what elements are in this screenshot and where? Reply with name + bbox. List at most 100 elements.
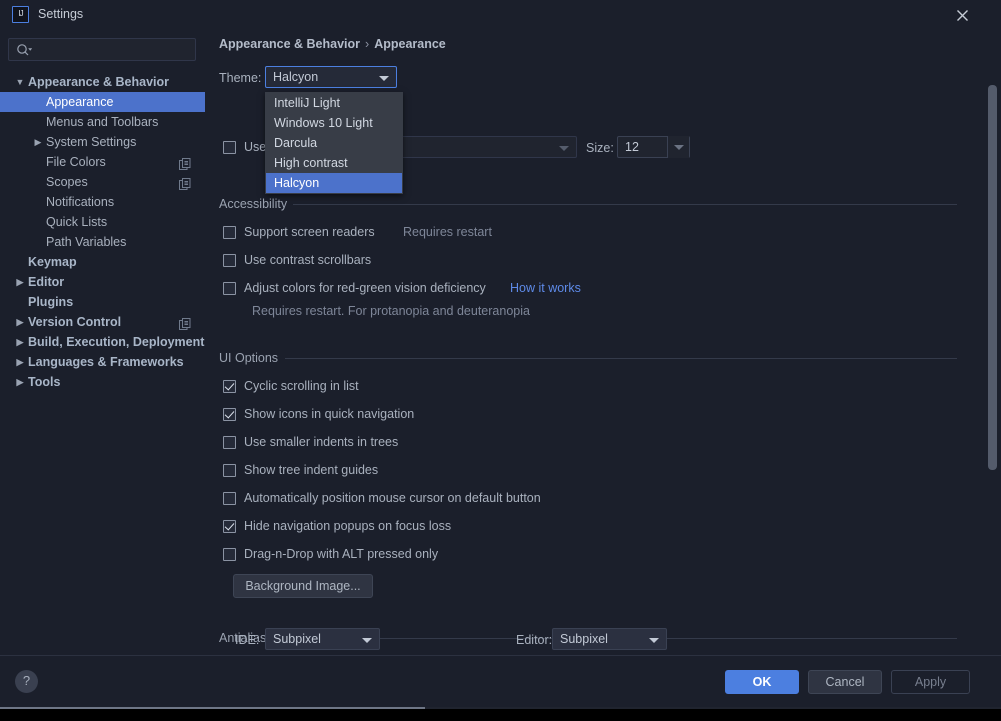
chevron-down-icon[interactable]: ▼ (13, 72, 27, 92)
use-custom-font-checkbox[interactable] (223, 141, 236, 154)
theme-option-windows-10-light[interactable]: Windows 10 Light (266, 113, 402, 133)
sidebar-item-version-control[interactable]: ▶ Version Control (0, 312, 205, 332)
font-size-dropdown-button[interactable] (667, 136, 689, 158)
breadcrumb: Appearance & Behavior › Appearance (219, 37, 446, 51)
chevron-right-icon[interactable]: ▶ (13, 332, 27, 352)
sidebar-item-menus-and-toolbars[interactable]: Menus and Toolbars (0, 112, 205, 132)
checkbox-label: Use contrast scrollbars (244, 253, 372, 267)
search-box[interactable] (8, 38, 196, 61)
sidebar-item-appearance[interactable]: Appearance (0, 92, 205, 112)
sidebar-item-label: Quick Lists (46, 215, 108, 229)
theme-dropdown-popup[interactable]: IntelliJ Light Windows 10 Light Darcula Hig… (265, 92, 403, 194)
sidebar-item-scopes[interactable]: Scopes (0, 172, 205, 192)
checkbox-label: Hide navigation popups on focus loss (244, 519, 452, 533)
chevron-right-icon[interactable]: ▶ (13, 372, 27, 392)
theme-option-darcula[interactable]: Darcula (266, 133, 402, 153)
theme-option-halcyon[interactable]: Halcyon (266, 173, 402, 193)
use-custom-font-label: Use (244, 140, 267, 154)
sidebar-item-notifications[interactable]: Notifications (0, 192, 205, 212)
sidebar-item-label: Menus and Toolbars (46, 115, 159, 129)
sidebar-item-system-settings[interactable]: ▶ System Settings (0, 132, 205, 152)
checkbox-label: Automatically position mouse cursor on d… (244, 491, 541, 505)
checkbox-support-screen-readers[interactable] (223, 226, 236, 239)
sidebar-item-plugins[interactable]: Plugins (0, 292, 205, 312)
checkbox-label: Use smaller indents in trees (244, 435, 399, 449)
sidebar-item-build-execution-deployment[interactable]: ▶ Build, Execution, Deployment (0, 332, 205, 352)
font-size-spinner[interactable]: 12 (617, 136, 690, 158)
sidebar-item-label: Editor (28, 275, 65, 289)
title-bar: IJ Settings (0, 0, 1001, 30)
dialog-footer: ? OK Cancel Apply (0, 655, 1001, 707)
search-icon (16, 43, 33, 57)
sidebar-item-languages-frameworks[interactable]: ▶ Languages & Frameworks (0, 352, 205, 372)
checkbox-cyclic-scrolling-in-list[interactable] (223, 380, 236, 393)
breadcrumb-leaf: Appearance (374, 37, 446, 51)
checkbox-drag-n-drop-with-alt-pressed-only[interactable] (223, 548, 236, 561)
font-size-label: Size: (586, 141, 614, 155)
checkbox-label: Show tree indent guides (244, 463, 379, 477)
checkbox-show-tree-indent-guides[interactable] (223, 464, 236, 477)
editor-antialiasing-combo[interactable]: Subpixel (552, 628, 667, 650)
content-scrollbar-thumb[interactable] (988, 85, 997, 470)
theme-option-intellij-light[interactable]: IntelliJ Light (266, 93, 402, 113)
help-icon[interactable]: ? (15, 670, 38, 693)
how-it-works-link[interactable]: How it works (510, 281, 581, 295)
copy-settings-icon[interactable] (179, 316, 191, 330)
theme-combo[interactable]: Halcyon (265, 66, 397, 88)
breadcrumb-root[interactable]: Appearance & Behavior (219, 37, 360, 51)
sidebar-item-appearance-behavior[interactable]: ▼ Appearance & Behavior (0, 72, 205, 92)
chevron-right-icon[interactable]: ▶ (13, 352, 27, 372)
background-image-button[interactable]: Background Image... (233, 574, 373, 598)
sidebar-item-keymap[interactable]: Keymap (0, 252, 205, 272)
sidebar-item-label: Plugins (28, 295, 74, 309)
sidebar-item-quick-lists[interactable]: Quick Lists (0, 212, 205, 232)
sidebar-item-tools[interactable]: ▶ Tools (0, 372, 205, 392)
checkbox-use-smaller-indents-in-trees[interactable] (223, 436, 236, 449)
desktop-strip (0, 707, 1001, 721)
sidebar-item-label: File Colors (46, 155, 106, 169)
sidebar-item-label: Tools (28, 375, 61, 389)
sidebar-item-editor[interactable]: ▶ Editor (0, 272, 205, 292)
sidebar-item-path-variables[interactable]: Path Variables (0, 232, 205, 252)
cancel-button[interactable]: Cancel (808, 670, 882, 694)
theme-option-high-contrast[interactable]: High contrast (266, 153, 402, 173)
copy-settings-icon[interactable] (179, 156, 191, 170)
sidebar-item-label: System Settings (46, 135, 137, 149)
checkbox-label: Drag-n-Drop with ALT pressed only (244, 547, 439, 561)
sidebar-item-label: Scopes (46, 175, 88, 189)
chevron-down-icon (649, 638, 659, 643)
apply-button[interactable]: Apply (891, 670, 970, 694)
close-icon[interactable] (954, 7, 971, 24)
group-divider (293, 204, 957, 205)
chevron-right-icon[interactable]: ▶ (31, 132, 45, 152)
checkbox-automatically-position-mouse-cursor-on-default-button[interactable] (223, 492, 236, 505)
copy-settings-icon[interactable] (179, 176, 191, 190)
settings-sidebar: ▼ Appearance & Behavior Appearance Menus an… (0, 30, 205, 655)
ide-antialiasing-value: Subpixel (273, 632, 321, 646)
sidebar-item-label: Languages & Frameworks (28, 355, 184, 369)
intellij-idea-icon: IJ (12, 6, 29, 23)
accessibility-sub-note: Requires restart. For protanopia and deu… (252, 304, 530, 318)
checkbox-adjust-colors-for-red-green-vision-deficiency[interactable] (223, 282, 236, 295)
theme-label: Theme: (219, 71, 262, 85)
sidebar-item-label: Keymap (28, 255, 77, 269)
chevron-right-icon[interactable]: ▶ (13, 272, 27, 292)
ide-antialiasing-combo[interactable]: Subpixel (265, 628, 380, 650)
chevron-down-icon (559, 146, 569, 151)
checkbox-use-contrast-scrollbars[interactable] (223, 254, 236, 267)
accessibility-group-header: Accessibility (219, 197, 957, 211)
screen: IJ Settings ▼ Appearance & Behavior Appe… (0, 0, 1001, 721)
chevron-right-icon[interactable]: ▶ (13, 312, 27, 332)
window-title: Settings (38, 7, 84, 21)
breadcrumb-separator: › (365, 37, 370, 51)
checkbox-show-icons-in-quick-navigation[interactable] (223, 408, 236, 421)
checkbox-hide-navigation-popups-on-focus-loss[interactable] (223, 520, 236, 533)
ui-options-group-header: UI Options (219, 351, 957, 365)
settings-tree[interactable]: ▼ Appearance & Behavior Appearance Menus an… (0, 72, 205, 392)
sidebar-item-file-colors[interactable]: File Colors (0, 152, 205, 172)
search-input[interactable] (35, 40, 190, 59)
content-scrollbar-track[interactable] (988, 60, 999, 655)
font-family-combo[interactable] (392, 136, 577, 158)
sidebar-item-label: Path Variables (46, 235, 127, 249)
ok-button[interactable]: OK (725, 670, 799, 694)
